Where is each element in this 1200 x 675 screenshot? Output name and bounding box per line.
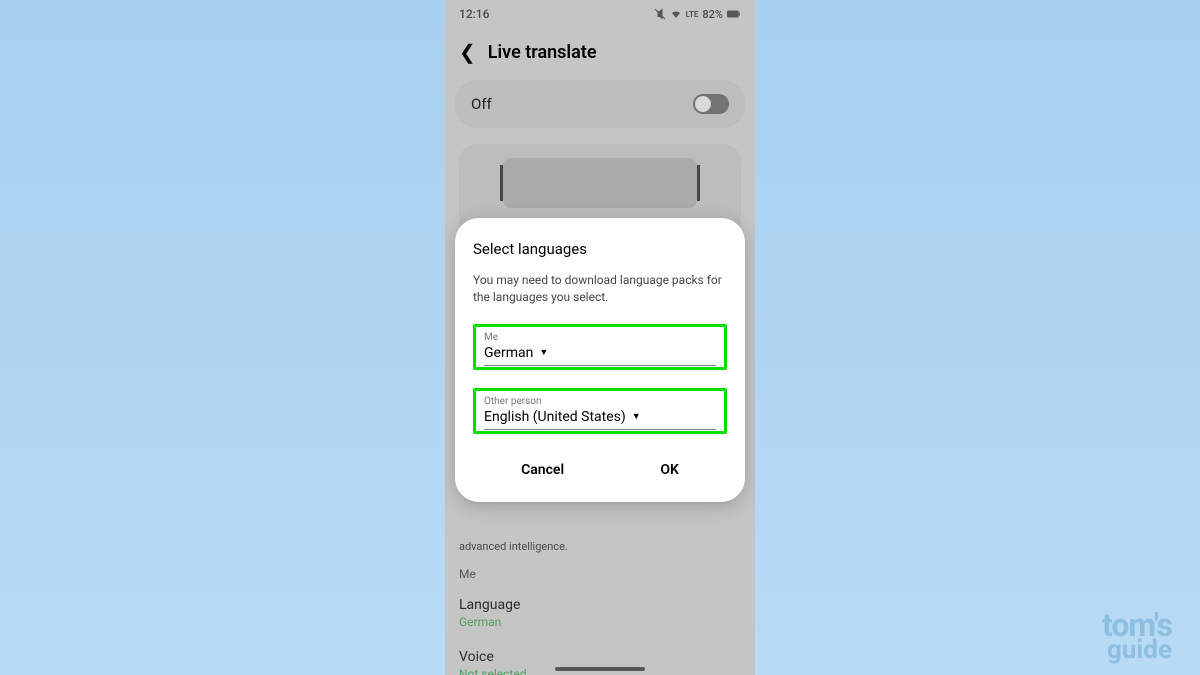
watermark-line2: guide <box>1102 639 1172 661</box>
dialog-title: Select languages <box>473 240 727 258</box>
me-language-field[interactable]: Me German ▼ <box>473 324 727 370</box>
me-language-value: German <box>484 345 533 361</box>
me-language-label: Me <box>484 332 716 343</box>
select-languages-dialog: Select languages You may need to downloa… <box>455 218 745 502</box>
chevron-down-icon: ▼ <box>539 347 548 358</box>
home-indicator[interactable] <box>555 667 645 671</box>
phone-screen: 12:16 LTE 82% ❮ Live translate Off advan… <box>445 0 755 675</box>
other-language-label: Other person <box>484 396 716 407</box>
dialog-description: You may need to download language packs … <box>473 272 727 306</box>
other-language-dropdown[interactable]: English (United States) ▼ <box>484 409 716 425</box>
dialog-button-row: Cancel OK <box>473 452 727 488</box>
cancel-button[interactable]: Cancel <box>501 452 584 488</box>
me-language-dropdown[interactable]: German ▼ <box>484 345 716 361</box>
ok-button[interactable]: OK <box>640 452 699 488</box>
watermark-logo: tom's guide <box>1102 612 1172 661</box>
other-language-field[interactable]: Other person English (United States) ▼ <box>473 388 727 434</box>
chevron-down-icon: ▼ <box>632 411 641 422</box>
other-language-value: English (United States) <box>484 409 626 425</box>
